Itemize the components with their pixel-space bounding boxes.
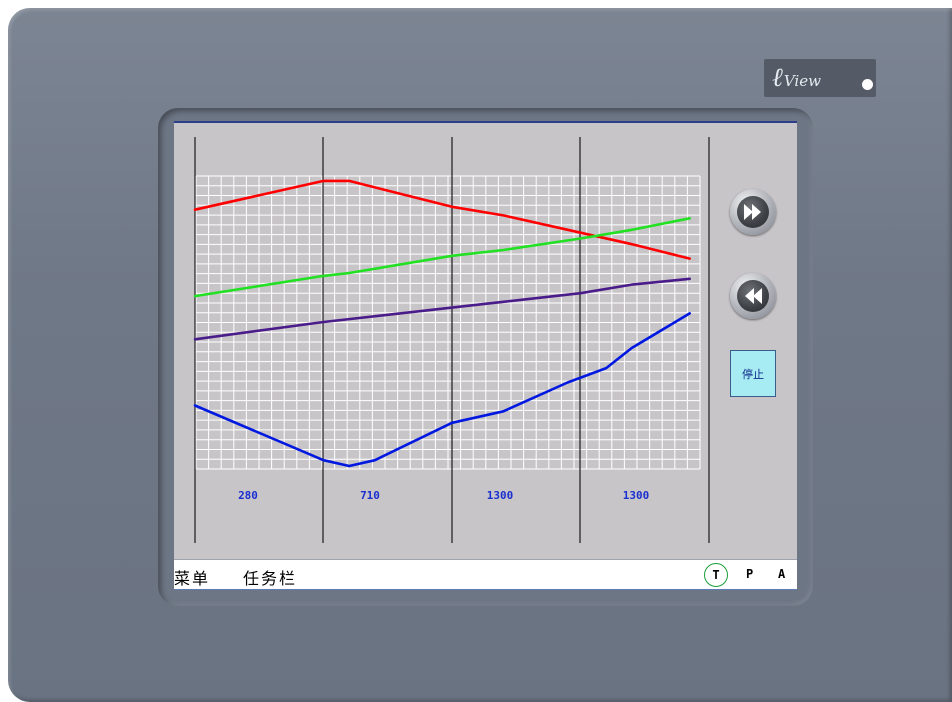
t-button[interactable]: T — [704, 563, 728, 587]
trend-series-line-1 — [193, 179, 692, 260]
trend-series-line-3 — [193, 277, 692, 341]
rewind-button[interactable] — [730, 273, 776, 319]
t-button-label: T — [712, 568, 720, 582]
x-tick-label: 280 — [238, 489, 258, 502]
a-button[interactable]: A — [778, 567, 785, 581]
hmi-screen: 280 710 1300 1300 停止 菜单 任务栏 T P A — [174, 121, 797, 590]
brand-logo-text: ℓView — [772, 63, 821, 93]
stop-button[interactable]: 停止 — [730, 350, 776, 397]
x-tick-label: 1300 — [623, 489, 650, 502]
brand-logo-word: View — [783, 72, 821, 90]
trend-series-line-2 — [193, 217, 692, 298]
forward-button[interactable] — [730, 189, 776, 235]
taskbar-border — [174, 589, 797, 590]
fast-forward-icon — [744, 204, 761, 220]
x-tick-label: 1300 — [487, 489, 514, 502]
rewind-icon — [745, 288, 762, 304]
trend-chart: 280 710 1300 1300 — [193, 137, 710, 543]
menu-button[interactable]: 菜单 — [174, 565, 210, 589]
taskbar: 菜单 任务栏 T P A — [174, 559, 797, 590]
p-button[interactable]: P — [746, 567, 753, 581]
power-led — [862, 79, 873, 90]
taskbar-button[interactable]: 任务栏 — [243, 565, 297, 589]
brand-logo-mark: ℓ — [772, 63, 783, 93]
trend-series-line-4 — [193, 312, 692, 468]
brand-logo: ℓView — [764, 59, 876, 97]
x-tick-label: 710 — [360, 489, 380, 502]
stop-button-label: 停止 — [742, 367, 764, 381]
